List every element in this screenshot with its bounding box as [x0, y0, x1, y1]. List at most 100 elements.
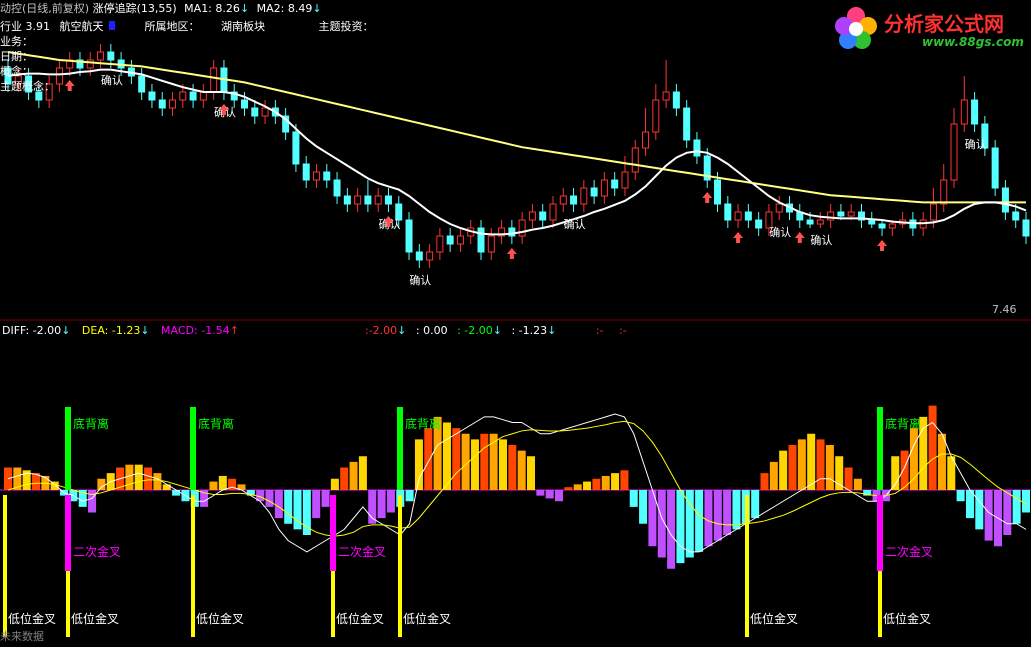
macd-bar: [629, 490, 638, 507]
macd-bar: [769, 461, 778, 490]
ma-white-line: [7, 68, 1027, 236]
macd-bar: [555, 490, 564, 502]
low-cross-label: 低位金叉: [336, 611, 384, 626]
candle-body: [971, 99, 979, 125]
up-arrow-icon: [64, 80, 75, 91]
candle-body: [724, 203, 732, 221]
candle-body: [580, 187, 588, 205]
ma1-value: MA1: 8.26: [184, 2, 240, 15]
candle-body: [621, 171, 629, 189]
macd-bar: [573, 484, 582, 490]
candle-body: [456, 235, 464, 245]
macd-bar: [134, 464, 143, 490]
macd-bar: [965, 490, 974, 519]
left-label-concept: 概念：: [0, 65, 33, 78]
macd-bar: [144, 467, 153, 490]
macd-bar: [97, 478, 106, 490]
extra-1: :-2.00: [365, 324, 398, 337]
extra-4: : -1.23: [511, 324, 548, 337]
macd-bar: [937, 433, 946, 490]
candle-body: [570, 195, 578, 205]
macd-bar: [284, 490, 293, 524]
ma-lines-layer: [7, 51, 1027, 236]
candle-body: [714, 179, 722, 205]
macd-bar: [676, 490, 685, 564]
candle-body: [189, 91, 197, 101]
macd-bar: [377, 490, 386, 519]
macd-bar: [265, 490, 274, 507]
candle-body: [734, 211, 742, 221]
candle-body: [549, 203, 557, 221]
candle-body: [107, 51, 115, 61]
candle-body: [816, 219, 824, 225]
candle-body: [384, 195, 392, 205]
candle-body: [1012, 211, 1020, 221]
theme-label: 主题投资：: [318, 20, 374, 33]
low-cross-label: 低位金叉: [883, 611, 931, 626]
candle-body: [1001, 187, 1009, 213]
candles-layer: [4, 44, 1030, 268]
left-label-business: 业务：: [0, 35, 33, 48]
macd-arrow: ↑: [229, 324, 239, 337]
macd-bar: [470, 439, 479, 490]
candle-body: [426, 251, 434, 261]
macd-bar: [751, 490, 760, 519]
divergence-label: 底背离: [198, 416, 234, 431]
candle-body: [55, 67, 63, 85]
left-label-date: 日期：: [0, 50, 33, 63]
candle-body: [528, 211, 536, 221]
macd-bar: [1012, 490, 1021, 524]
confirm-label: 确认: [810, 234, 832, 247]
macd-bar: [695, 490, 704, 552]
candle-body: [179, 91, 187, 101]
candle-body: [86, 59, 94, 69]
candle-body: [210, 67, 218, 93]
candle-body: [241, 99, 249, 109]
macd-bar: [88, 490, 97, 513]
up-arrow-icon: [877, 240, 888, 251]
candle-body: [559, 195, 567, 205]
chart-title: 动控(日线,前复权): [0, 2, 90, 15]
macd-bar: [807, 433, 816, 490]
extra-3: : -2.00: [457, 324, 493, 337]
future-data-label: 未来数据: [0, 630, 44, 643]
candle-body: [590, 187, 598, 197]
candle-body: [446, 235, 454, 245]
candle-body: [518, 219, 526, 237]
candle-body: [477, 227, 485, 253]
macd-bar: [452, 428, 461, 490]
low-cross-label: 低位金叉: [750, 611, 798, 626]
macd-bar: [340, 467, 349, 490]
candle-body: [169, 99, 177, 109]
macd-bar: [928, 405, 937, 490]
candle-body: [364, 195, 372, 205]
second-cross-bar: [65, 495, 71, 571]
candle-body: [652, 99, 660, 133]
candle-body: [755, 219, 763, 229]
candle-body: [960, 99, 968, 125]
color-marker: [109, 21, 115, 30]
confirm-label: 确认: [101, 74, 123, 87]
macd-bar: [956, 490, 965, 502]
low-cross-label: 低位金叉: [196, 611, 244, 626]
candle-body: [693, 139, 701, 157]
candle-body: [333, 179, 341, 197]
industry-row: 行业 3.91 航空航天 所属地区： 湖南板块 主题投资：: [0, 20, 374, 33]
dea-value: DEA: -1.23: [81, 324, 141, 337]
macd-bar: [162, 484, 171, 490]
macd-bar: [480, 433, 489, 490]
candle-body: [991, 147, 999, 189]
header-row: 动控(日线,前复权) 涨停追踪(13,55) MA1: 8.26↓ MA2: 8…: [0, 2, 322, 15]
extra-5: :-: [595, 324, 604, 337]
candle-body: [662, 91, 670, 101]
low-cross-bar: [745, 495, 749, 637]
ma2-value: MA2: 8.49: [256, 2, 313, 15]
industry-value: 航空航天: [59, 20, 104, 33]
macd-bar: [732, 490, 741, 530]
candle-body: [323, 171, 331, 181]
macd-bar: [611, 473, 620, 490]
divergence-label: 底背离: [73, 416, 109, 431]
low-cross-label: 低位金叉: [8, 611, 56, 626]
macd-bar: [405, 490, 414, 502]
candle-body: [600, 179, 608, 197]
